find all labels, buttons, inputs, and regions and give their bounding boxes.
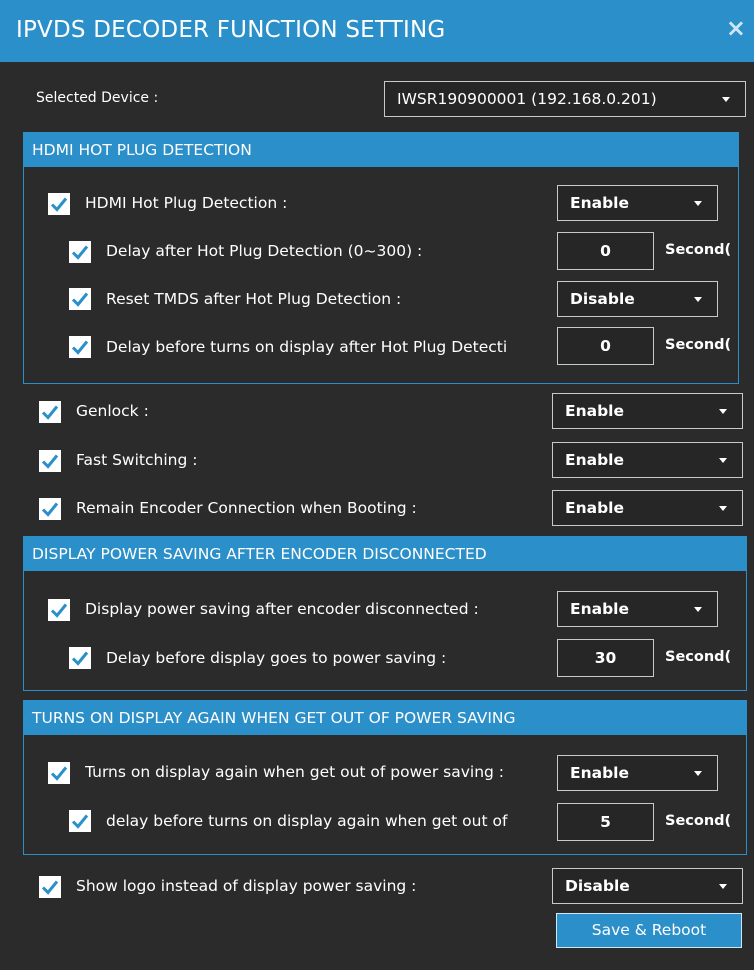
reset-tmds-value: Disable (570, 290, 635, 308)
power-saving-label: Display power saving after encoder disco… (85, 600, 479, 618)
fast-switching-dropdown[interactable]: Enable (552, 442, 743, 478)
save-reboot-button[interactable]: Save & Reboot (556, 913, 742, 948)
power-saving-value: Enable (570, 600, 630, 618)
chevron-down-icon (694, 771, 702, 776)
checkmark-icon (41, 502, 59, 517)
fast-switching-label: Fast Switching : (76, 451, 198, 469)
checkmark-icon (71, 814, 89, 829)
fast-switching-value: Enable (565, 451, 625, 469)
show-logo-value: Disable (565, 877, 630, 895)
checkmark-icon (71, 340, 89, 355)
remain-encoder-value: Enable (565, 499, 625, 517)
checkmark-icon (41, 880, 59, 895)
chevron-down-icon (719, 884, 727, 889)
checkmark-icon (71, 651, 89, 666)
chevron-down-icon (719, 506, 727, 511)
power-saving-delay-checkbox[interactable] (69, 647, 91, 669)
checkmark-icon (50, 603, 68, 618)
hdmi-hot-plug-value: Enable (570, 194, 630, 212)
hdmi-hot-plug-dropdown[interactable]: Enable (557, 185, 718, 221)
turn-on-dropdown[interactable]: Enable (557, 755, 718, 791)
show-logo-label: Show logo instead of display power savin… (76, 877, 417, 895)
turn-on-label: Turns on display again when get out of p… (85, 763, 504, 781)
turn-on-delay-unit: Second( (665, 813, 732, 829)
genlock-label: Genlock : (76, 402, 149, 420)
turn-on-checkbox[interactable] (48, 762, 70, 784)
turn-on-delay-label: delay before turns on display again when… (106, 812, 508, 830)
turn-on-header: TURNS ON DISPLAY AGAIN WHEN GET OUT OF P… (24, 701, 746, 735)
chevron-down-icon (722, 97, 730, 102)
delay-before-display-checkbox[interactable] (69, 336, 91, 358)
delay-after-hot-plug-label: Delay after Hot Plug Detection (0~300) : (106, 242, 423, 260)
hdmi-hot-plug-header: HDMI HOT PLUG DETECTION (24, 133, 738, 167)
window-title: IPVDS DECODER FUNCTION SETTING (16, 17, 446, 43)
fast-switching-checkbox[interactable] (39, 450, 61, 472)
genlock-dropdown[interactable]: Enable (552, 393, 743, 429)
genlock-checkbox[interactable] (39, 401, 61, 423)
close-icon[interactable]: × (726, 14, 746, 42)
checkmark-icon (50, 766, 68, 781)
checkmark-icon (41, 454, 59, 469)
delay-before-display-unit: Second( (665, 337, 732, 353)
checkmark-icon (50, 197, 68, 212)
delay-after-hot-plug-checkbox[interactable] (69, 241, 91, 263)
delay-before-display-label: Delay before turns on display after Hot … (106, 338, 508, 356)
selected-device-label: Selected Device : (36, 90, 159, 106)
chevron-down-icon (694, 201, 702, 206)
remain-encoder-dropdown[interactable]: Enable (552, 490, 743, 526)
power-saving-checkbox[interactable] (48, 599, 70, 621)
hdmi-hot-plug-header-text: HDMI HOT PLUG DETECTION (32, 141, 252, 159)
hdmi-hot-plug-checkbox[interactable] (48, 193, 70, 215)
delay-after-hot-plug-unit: Second( (665, 242, 732, 258)
checkmark-icon (71, 292, 89, 307)
hdmi-hot-plug-label: HDMI Hot Plug Detection : (85, 194, 288, 212)
turn-on-delay-checkbox[interactable] (69, 810, 91, 832)
power-saving-header-text: DISPLAY POWER SAVING AFTER ENCODER DISCO… (32, 545, 487, 563)
power-saving-header: DISPLAY POWER SAVING AFTER ENCODER DISCO… (24, 537, 746, 571)
power-saving-delay-unit: Second( (665, 649, 732, 665)
turn-on-header-text: TURNS ON DISPLAY AGAIN WHEN GET OUT OF P… (32, 709, 516, 727)
turn-on-delay-input[interactable]: 5 (557, 803, 654, 841)
reset-tmds-dropdown[interactable]: Disable (557, 281, 718, 317)
selected-device-dropdown[interactable]: IWSR190900001 (192.168.0.201) (384, 81, 746, 117)
chevron-down-icon (719, 458, 727, 463)
power-saving-delay-label: Delay before display goes to power savin… (106, 649, 447, 667)
remain-encoder-label: Remain Encoder Connection when Booting : (76, 499, 417, 517)
checkmark-icon (71, 245, 89, 260)
delay-after-hot-plug-input[interactable]: 0 (557, 232, 654, 270)
reset-tmds-label: Reset TMDS after Hot Plug Detection : (106, 290, 402, 308)
chevron-down-icon (694, 297, 702, 302)
title-bar: IPVDS DECODER FUNCTION SETTING × (0, 0, 754, 62)
chevron-down-icon (719, 409, 727, 414)
delay-before-display-input[interactable]: 0 (557, 327, 654, 365)
show-logo-dropdown[interactable]: Disable (552, 868, 743, 904)
remain-encoder-checkbox[interactable] (39, 498, 61, 520)
genlock-value: Enable (565, 402, 625, 420)
checkmark-icon (41, 405, 59, 420)
reset-tmds-checkbox[interactable] (69, 288, 91, 310)
power-saving-delay-input[interactable]: 30 (557, 639, 654, 677)
show-logo-checkbox[interactable] (39, 876, 61, 898)
chevron-down-icon (694, 607, 702, 612)
power-saving-dropdown[interactable]: Enable (557, 591, 718, 627)
selected-device-value: IWSR190900001 (192.168.0.201) (397, 90, 657, 108)
turn-on-value: Enable (570, 764, 630, 782)
